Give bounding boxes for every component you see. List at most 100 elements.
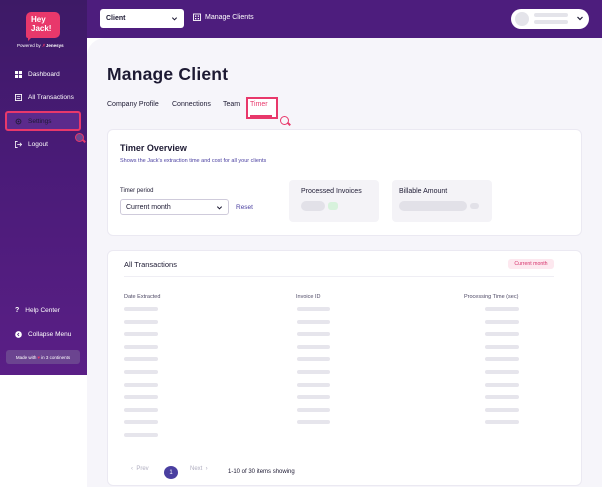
- table-cell-skeleton: [485, 320, 519, 324]
- tab-team[interactable]: Team: [223, 101, 240, 108]
- sidebar-item-label: Logout: [28, 140, 48, 148]
- processed-invoices-label: Processed Invoices: [301, 188, 362, 195]
- table-cell-skeleton: [485, 332, 519, 336]
- tab-connections[interactable]: Connections: [172, 101, 211, 108]
- table-cell-skeleton: [297, 420, 330, 424]
- made-with-badge: Made with ♥ in 3 continents: [6, 350, 80, 364]
- timer-period-value: Current month: [126, 203, 171, 211]
- billable-trend-skeleton: [470, 203, 479, 209]
- table-cell-skeleton: [485, 357, 519, 361]
- gear-icon: [15, 118, 22, 124]
- sidebar-item-label: Dashboard: [28, 70, 60, 78]
- active-tab-underline: [250, 115, 272, 117]
- table-cell-skeleton: [485, 383, 519, 387]
- table-cell-skeleton: [297, 307, 330, 311]
- table-cell-skeleton: [124, 383, 158, 387]
- made-with-suffix: in 3 continents: [41, 354, 71, 360]
- logo-tail: [28, 36, 33, 41]
- client-select[interactable]: Client: [100, 9, 184, 28]
- chevron-down-icon: [577, 16, 583, 21]
- heart-icon: ♥: [37, 354, 41, 360]
- cursor-indicator: [75, 133, 84, 142]
- reset-button[interactable]: Reset: [236, 204, 253, 211]
- table-cell-skeleton: [485, 420, 519, 424]
- pagination-prev[interactable]: ‹ Prev: [131, 466, 149, 472]
- timer-overview-title: Timer Overview: [120, 143, 187, 153]
- powered-by: Powered by ✗Jenesys: [17, 43, 64, 48]
- table-cell-skeleton: [124, 332, 158, 336]
- table-cell-skeleton: [297, 370, 330, 374]
- table-cell-skeleton: [124, 357, 158, 361]
- table-cell-skeleton: [124, 370, 158, 374]
- help-center-link[interactable]: ? Help Center: [15, 303, 60, 317]
- sidebar-item-logout[interactable]: Logout: [15, 137, 48, 151]
- page-title: Manage Client: [107, 64, 229, 84]
- table-cell-skeleton: [297, 395, 330, 399]
- transactions-icon: [15, 93, 22, 101]
- logout-icon: [15, 140, 22, 148]
- pagination-page-1[interactable]: 1: [164, 466, 178, 479]
- table-cell-skeleton: [124, 320, 158, 324]
- sidebar-item-dashboard[interactable]: Dashboard: [15, 67, 60, 81]
- table-cell-skeleton: [297, 320, 330, 324]
- collapse-menu-label: Collapse Menu: [28, 330, 72, 338]
- table-cell-skeleton: [297, 408, 330, 412]
- sidebar-item-all-transactions[interactable]: All Transactions: [15, 90, 74, 104]
- question-icon: ?: [15, 306, 20, 314]
- help-center-label: Help Center: [25, 306, 60, 314]
- table-cell-skeleton: [124, 395, 158, 399]
- pagination-summary: 1-10 of 30 items showing: [228, 469, 295, 475]
- building-icon: [193, 13, 201, 21]
- prev-label: Prev: [136, 466, 149, 472]
- next-label: Next: [190, 466, 203, 472]
- tab-company-profile[interactable]: Company Profile: [107, 101, 159, 108]
- cursor-indicator: [280, 116, 289, 125]
- table-cell-skeleton: [297, 357, 330, 361]
- user-role-placeholder: [534, 20, 568, 24]
- sidebar-item-settings[interactable]: Settings: [15, 114, 52, 128]
- table-cell-skeleton: [485, 370, 519, 374]
- chevron-down-icon: [171, 17, 178, 21]
- tab-timer[interactable]: Timer: [250, 101, 268, 108]
- timer-overview-subtitle: Shows the Jack's extraction time and cos…: [120, 158, 267, 164]
- avatar: [515, 12, 529, 26]
- divider: [124, 276, 554, 277]
- client-select-value: Client: [106, 15, 126, 22]
- table-cell-skeleton: [485, 408, 519, 412]
- powered-by-label: Powered by: [17, 43, 41, 48]
- table-cell-skeleton: [297, 332, 330, 336]
- manage-clients-link[interactable]: Manage Clients: [193, 13, 254, 21]
- table-cell-skeleton: [297, 383, 330, 387]
- timer-period-label: Timer period: [120, 188, 154, 194]
- table-cell-skeleton: [485, 307, 519, 311]
- table-cell-skeleton: [124, 345, 158, 349]
- column-header-date: Date Extracted: [124, 294, 161, 300]
- period-badge: Current month: [508, 259, 554, 269]
- manage-clients-label: Manage Clients: [205, 13, 254, 21]
- made-with-prefix: Made with: [15, 354, 37, 360]
- user-name-placeholder: [534, 13, 568, 17]
- billable-amount-skeleton: [399, 201, 467, 211]
- pagination-next[interactable]: Next ›: [190, 466, 208, 472]
- table-cell-skeleton: [124, 307, 158, 311]
- user-menu[interactable]: [511, 9, 589, 29]
- table-cell-skeleton: [485, 345, 519, 349]
- all-transactions-title: All Transactions: [124, 260, 177, 269]
- billable-amount-label: Billable Amount: [399, 188, 448, 195]
- timer-period-select[interactable]: Current month: [120, 199, 229, 215]
- powered-by-company: Jenesys: [45, 43, 64, 48]
- hey-jack-logo[interactable]: Hey Jack!: [26, 12, 60, 38]
- table-cell-skeleton: [124, 408, 158, 412]
- column-header-processing-time: Processing Time (sec): [464, 294, 519, 300]
- table-cell-skeleton: [297, 345, 330, 349]
- column-header-invoice-id: Invoice ID: [296, 294, 321, 300]
- sidebar: Hey Jack! Powered by ✗Jenesys Dashboard …: [0, 0, 87, 375]
- table-cell-skeleton: [124, 433, 158, 437]
- collapse-menu-button[interactable]: Collapse Menu: [15, 327, 71, 341]
- chevron-left-icon: [15, 330, 22, 338]
- dashboard-icon: [15, 70, 22, 78]
- processed-invoices-skeleton: [301, 201, 325, 211]
- table-cell-skeleton: [485, 395, 519, 399]
- all-transactions-card: [107, 250, 582, 486]
- sidebar-item-label: All Transactions: [28, 93, 74, 101]
